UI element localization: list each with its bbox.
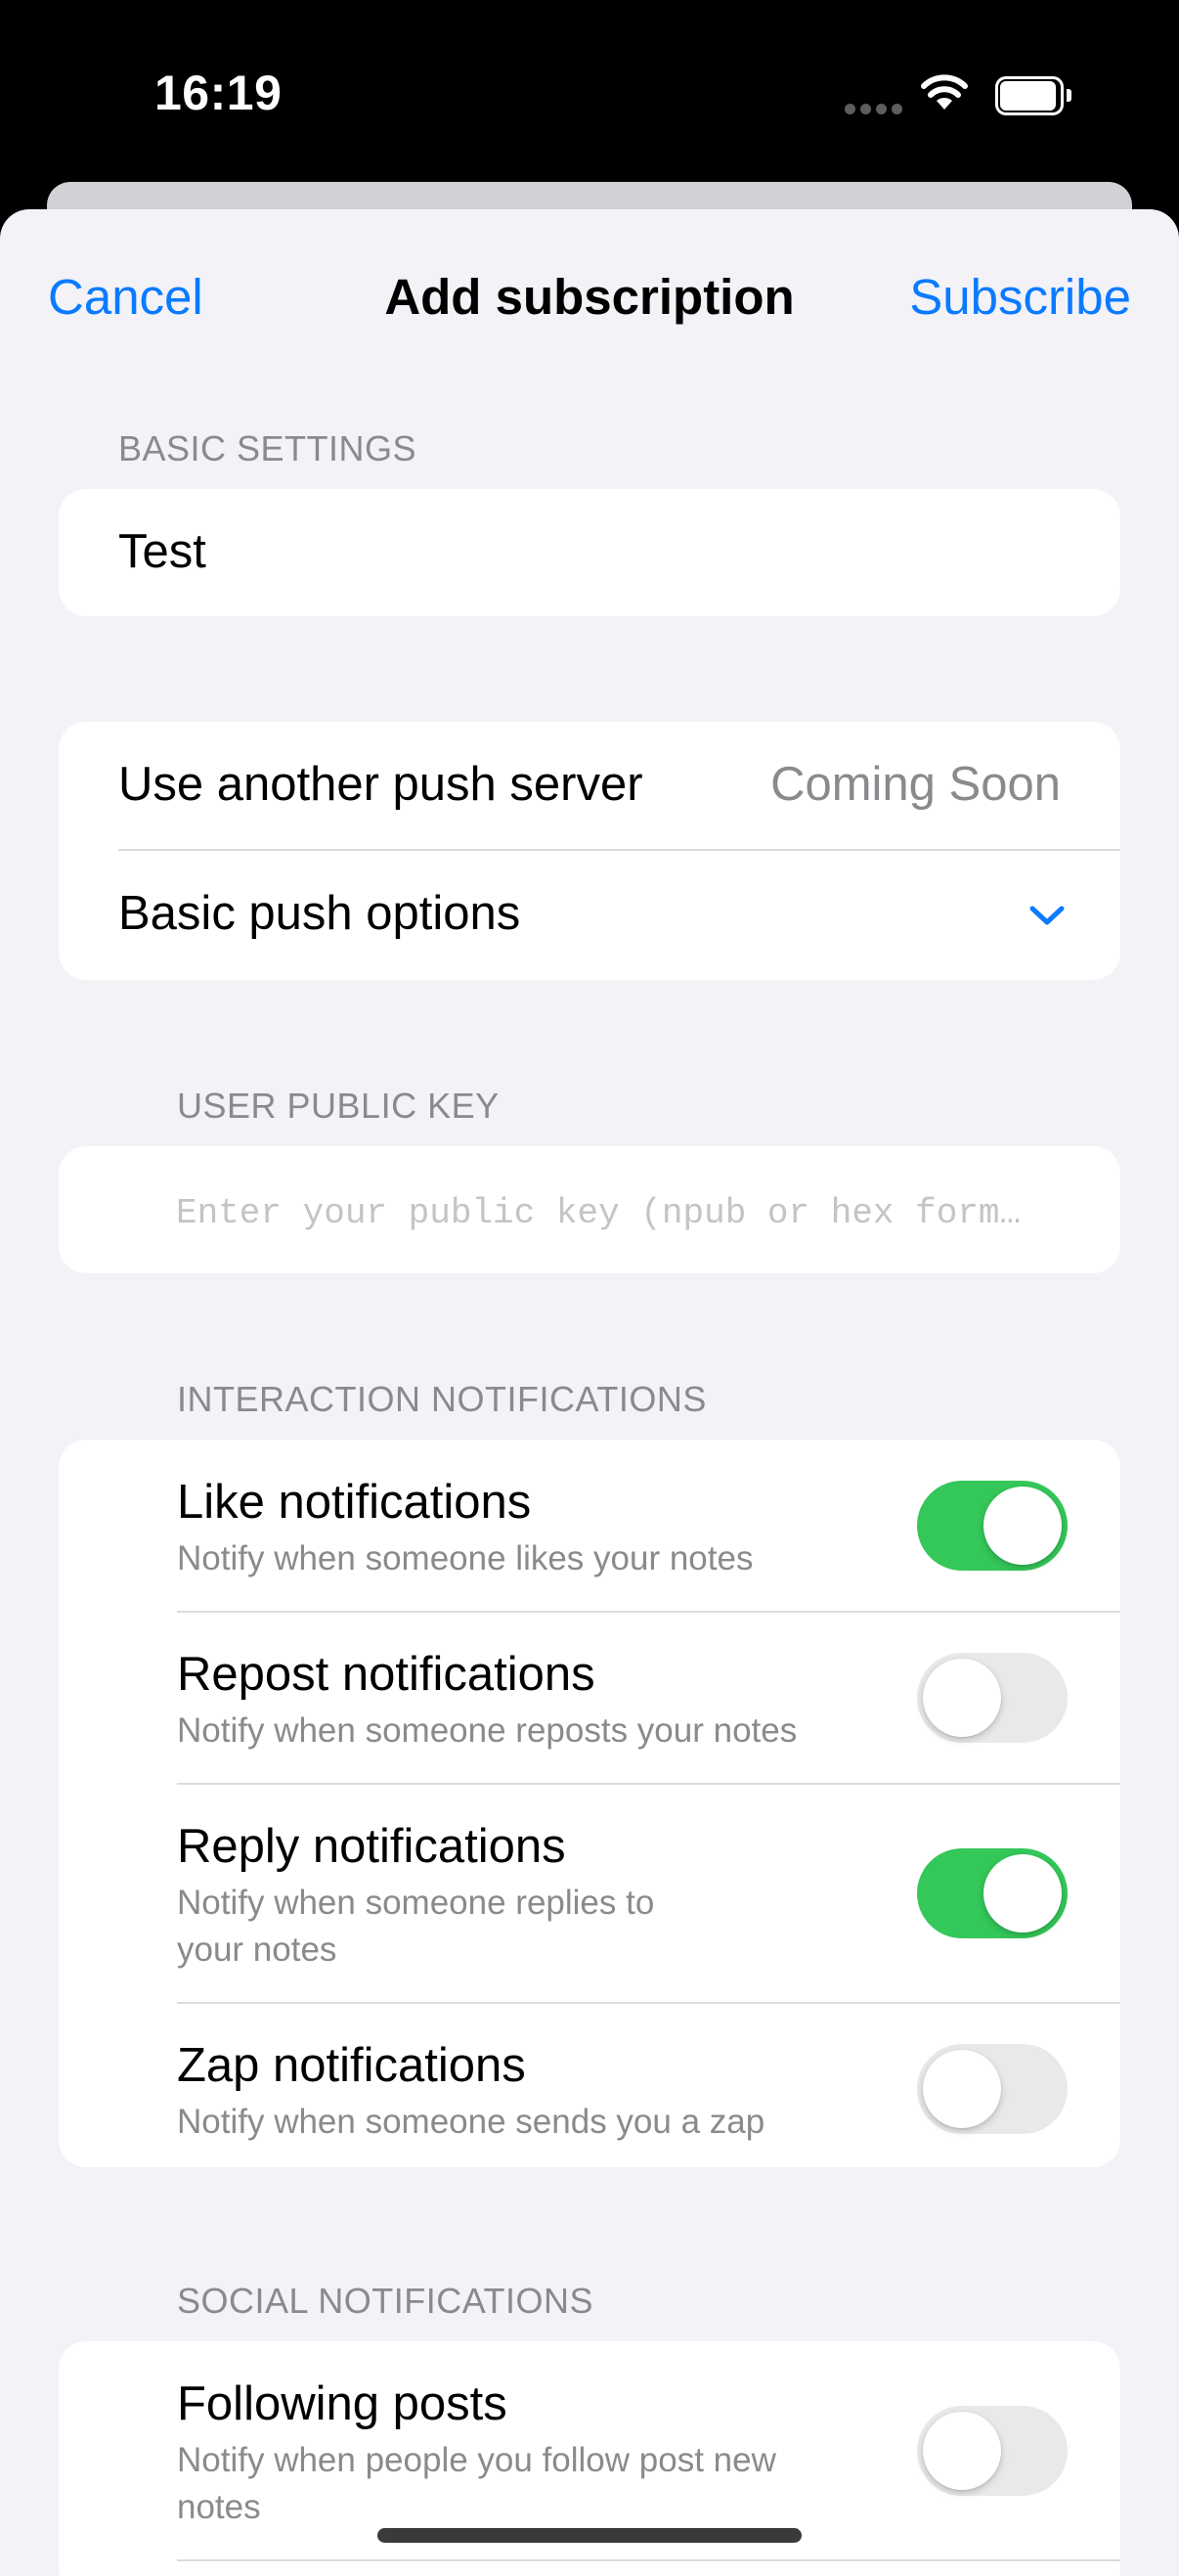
status-bar: 16:19 xyxy=(0,0,1179,186)
subscribe-button[interactable]: Subscribe xyxy=(909,268,1131,326)
cellular-signal-icon xyxy=(845,102,907,119)
toggle-knob xyxy=(923,2412,1001,2490)
section-header-basic-settings: BASIC SETTINGS xyxy=(118,428,417,468)
like-notifications-toggle[interactable] xyxy=(917,1481,1068,1571)
coming-soon-label: Coming Soon xyxy=(770,758,1061,811)
toggle-knob xyxy=(983,1854,1062,1932)
section-header-social: SOCIAL NOTIFICATIONS xyxy=(177,2281,594,2321)
toggle-description: Notify when someone replies to your note… xyxy=(177,1884,655,1969)
section-header-interaction: INTERACTION NOTIFICATIONS xyxy=(177,1379,707,1419)
server-options-card: Use another push server Coming Soon Basi… xyxy=(59,722,1120,980)
toggle-row-reply: Reply notifications Notify when someone … xyxy=(59,1784,1120,2002)
toggle-title: Reply notifications xyxy=(177,1820,566,1873)
section-header-public-key: USER PUBLIC KEY xyxy=(177,1086,500,1126)
public-key-card xyxy=(59,1146,1120,1273)
cancel-button[interactable]: Cancel xyxy=(48,268,203,326)
toggle-title: Like notifications xyxy=(177,1476,532,1529)
toggle-description: Notify when someone reposts your notes xyxy=(177,1711,798,1750)
chevron-down-icon xyxy=(1027,902,1067,934)
public-key-input[interactable] xyxy=(176,1193,1114,1233)
toggle-title: Repost notifications xyxy=(177,1648,595,1701)
toggle-title: Zap notifications xyxy=(177,2039,526,2092)
toggle-row-like: Like notifications Notify when someone l… xyxy=(59,1440,1120,1611)
interaction-notifications-card: Like notifications Notify when someone l… xyxy=(59,1440,1120,2167)
following-posts-toggle[interactable] xyxy=(917,2406,1068,2496)
reply-notifications-toggle[interactable] xyxy=(917,1848,1068,1938)
toggle-title: Following posts xyxy=(177,2377,507,2430)
home-indicator xyxy=(377,2528,802,2543)
basic-settings-card: Test xyxy=(59,489,1120,616)
toggle-description: Notify when someone sends you a zap xyxy=(177,2103,765,2141)
row-divider xyxy=(177,2559,1120,2561)
toggle-row-zap: Zap notifications Notify when someone se… xyxy=(59,2003,1120,2167)
zap-notifications-toggle[interactable] xyxy=(917,2044,1068,2134)
toggle-row-following: Following posts Notify when people you f… xyxy=(59,2341,1120,2559)
toggle-description: Notify when someone likes your notes xyxy=(177,1539,754,1577)
navigation-bar: Add subscription Cancel Subscribe xyxy=(0,209,1179,376)
use-another-server-label: Use another push server xyxy=(118,758,643,811)
toggle-description: Notify when people you follow post new n… xyxy=(177,2441,776,2526)
status-time: 16:19 xyxy=(154,66,283,120)
toggle-row-repost: Repost notifications Notify when someone… xyxy=(59,1612,1120,1783)
basic-push-options-label: Basic push options xyxy=(118,887,521,940)
toggle-knob xyxy=(983,1487,1062,1565)
add-subscription-sheet: Add subscription Cancel Subscribe BASIC … xyxy=(0,209,1179,2576)
toggle-knob xyxy=(923,2050,1001,2128)
subscription-name-field[interactable]: Test xyxy=(118,524,206,579)
repost-notifications-toggle[interactable] xyxy=(917,1653,1068,1743)
battery-icon xyxy=(995,76,1071,115)
basic-push-options-row[interactable]: Basic push options xyxy=(59,851,1120,980)
wifi-icon xyxy=(919,72,970,116)
toggle-knob xyxy=(923,1659,1001,1737)
